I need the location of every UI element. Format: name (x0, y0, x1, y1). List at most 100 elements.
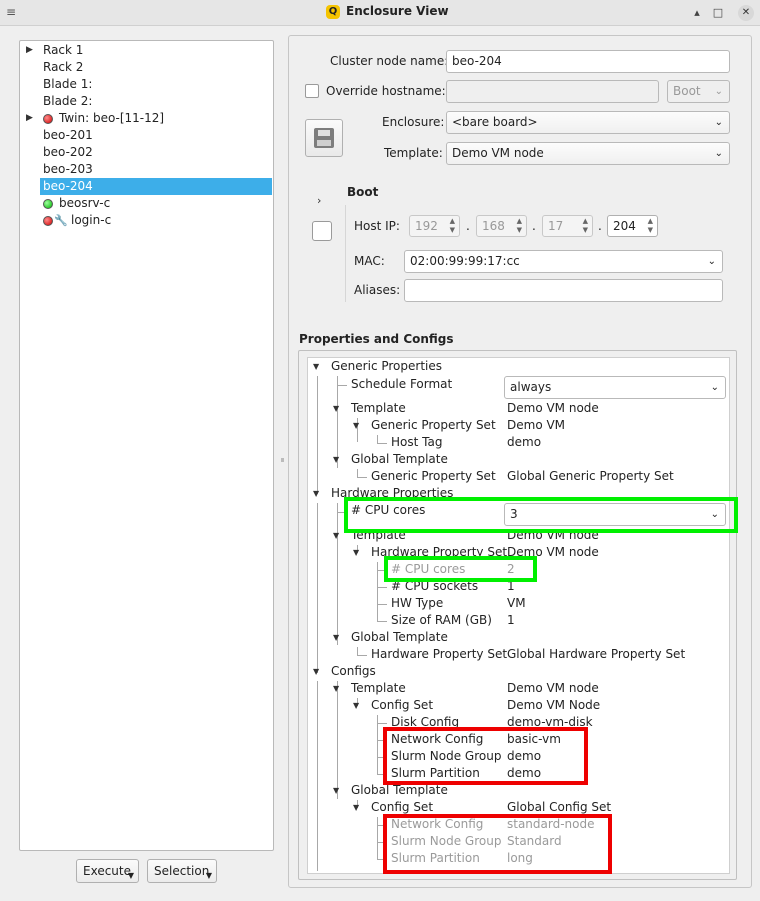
prop-value: Demo VM node (507, 401, 599, 415)
close-icon[interactable]: ✕ (738, 5, 754, 21)
enclosure-combo[interactable]: <bare board> ⌄ (446, 111, 730, 134)
prop-value: Global Hardware Property Set (507, 647, 686, 661)
collapse-arrow-icon[interactable]: ▼ (333, 684, 339, 693)
shade-icon[interactable]: ▴ (690, 6, 704, 20)
collapse-arrow-icon[interactable]: ▼ (353, 701, 359, 710)
splitter-handle[interactable] (281, 458, 284, 462)
prop-name: Configs (331, 664, 376, 678)
highlight-box-global-configs (383, 814, 612, 874)
selection-button[interactable]: Selection ▼ (147, 859, 217, 883)
node-tree[interactable]: ▶ Rack 1 Rack 2 Blade 1: Blade 2: ▶ Twin… (19, 40, 274, 851)
boot-enable-button[interactable] (312, 221, 332, 241)
tree-item-beo-202[interactable]: beo-202 (20, 144, 273, 161)
tree-item-twin[interactable]: ▶ Twin: beo-[11-12] (20, 110, 273, 127)
boot-combo[interactable]: Boot ⌄ (667, 80, 730, 103)
ip-octet-2[interactable]: 168 ▲ ▼ (476, 215, 527, 237)
prop-name: Generic Properties (331, 359, 442, 373)
status-dot-icon (43, 114, 53, 124)
wrench-icon: 🔧 (54, 214, 68, 227)
override-hostname-checkbox[interactable] (305, 84, 319, 98)
cluster-node-name-label: Cluster node name: (330, 54, 449, 68)
chevron-down-icon: ⌄ (710, 382, 719, 393)
prop-value: Demo VM Node (507, 698, 601, 712)
tree-item-beo-201[interactable]: beo-201 (20, 127, 273, 144)
app-logo-icon: Q (326, 5, 340, 19)
execute-button[interactable]: Execute ▼ (76, 859, 139, 883)
mac-label: MAC: (354, 254, 385, 268)
mac-combo[interactable]: 02:00:99:99:17:cc ⌄ (404, 250, 723, 273)
tree-item-beo-204[interactable]: beo-204 (40, 178, 272, 195)
maximize-icon[interactable]: □ (711, 6, 725, 20)
prop-name: Schedule Format (351, 377, 453, 391)
chevron-down-icon: ⌄ (714, 117, 723, 128)
tree-item-beosrv-c[interactable]: beosrv-c (20, 195, 273, 212)
ip-octet-3[interactable]: 17 ▲ ▼ (542, 215, 593, 237)
collapse-arrow-icon[interactable]: ▼ (353, 421, 359, 430)
aliases-label: Aliases: (354, 283, 401, 297)
prop-name: HW Type (391, 596, 444, 610)
save-button[interactable] (305, 119, 343, 157)
collapse-arrow-icon[interactable]: ▼ (333, 455, 339, 464)
enclosure-label: Enclosure: (382, 115, 445, 129)
expand-arrow-icon[interactable]: ▶ (26, 42, 33, 59)
prop-value: Demo VM (507, 418, 566, 432)
tree-item-rack-1[interactable]: ▶ Rack 1 (20, 42, 273, 59)
window-title: Enclosure View (346, 4, 449, 18)
status-dot-icon (43, 199, 53, 209)
cluster-node-name-input[interactable]: beo-204 (446, 50, 730, 73)
prop-value: 1 (507, 613, 515, 627)
prop-value: VM (507, 596, 526, 610)
highlight-box-cpu-template (384, 556, 537, 582)
prop-name: Global Template (351, 630, 448, 644)
chevron-down-icon: ⌄ (707, 256, 716, 267)
collapse-arrow-icon[interactable]: ▼ (333, 404, 339, 413)
tree-item-blade-1[interactable]: Blade 1: (20, 76, 273, 93)
collapse-arrow-icon[interactable]: ▼ (333, 633, 339, 642)
schedule-format-combo[interactable]: always ⌄ (504, 376, 726, 399)
collapse-arrow-icon[interactable]: ▼ (353, 803, 359, 812)
prop-value: Demo VM node (507, 681, 599, 695)
prop-name: Template (351, 681, 406, 695)
override-hostname-input[interactable] (446, 80, 659, 103)
prop-name: Host Tag (391, 435, 443, 449)
host-ip-label: Host IP: (354, 219, 400, 233)
window-menu-icon[interactable]: ≡ (6, 6, 20, 18)
tree-item-beo-203[interactable]: beo-203 (20, 161, 273, 178)
tree-item-login-c[interactable]: 🔧 login-c (20, 212, 273, 229)
save-icon (314, 128, 334, 148)
prop-value: demo (507, 435, 542, 449)
highlight-box-template-configs (383, 727, 588, 785)
properties-title: Properties and Configs (299, 332, 454, 346)
prop-value: Global Generic Property Set (507, 469, 674, 483)
collapse-arrow-icon[interactable]: ▼ (313, 667, 319, 676)
override-hostname-label: Override hostname: (326, 84, 446, 98)
prop-name: Size of RAM (GB) (391, 613, 492, 627)
tree-item-blade-2[interactable]: Blade 2: (20, 93, 273, 110)
prop-name: Generic Property Set (371, 418, 496, 432)
template-combo[interactable]: Demo VM node ⌄ (446, 142, 730, 165)
template-label: Template: (384, 146, 443, 160)
collapse-arrow-icon[interactable]: ▼ (313, 489, 319, 498)
collapse-arrow-icon[interactable]: ▼ (333, 531, 339, 540)
status-dot-icon (43, 216, 53, 226)
prop-name: Hardware Property Set (371, 647, 508, 661)
prop-name: Config Set (371, 698, 434, 712)
expand-arrow-icon[interactable]: ▶ (26, 110, 33, 127)
prop-name: Generic Property Set (371, 469, 496, 483)
aliases-input[interactable] (404, 279, 723, 302)
tree-item-rack-2[interactable]: Rack 2 (20, 59, 273, 76)
ip-octet-1[interactable]: 192 ▲ ▼ (409, 215, 460, 237)
boot-collapse-arrow-icon[interactable]: › (317, 194, 321, 207)
collapse-arrow-icon[interactable]: ▼ (353, 548, 359, 557)
ip-octet-4[interactable]: 204 ▲ ▼ (607, 215, 658, 237)
chevron-down-icon: ▼ (127, 871, 134, 880)
collapse-arrow-icon[interactable]: ▼ (333, 786, 339, 795)
title-bar: ≡ Q Enclosure View ▴ □ ✕ (0, 0, 760, 26)
chevron-down-icon: ⌄ (714, 86, 723, 97)
collapse-arrow-icon[interactable]: ▼ (313, 362, 319, 371)
highlight-box-cpu-override (344, 497, 738, 533)
chevron-down-icon: ⌄ (714, 148, 723, 159)
boot-title: Boot (347, 185, 379, 199)
prop-name: Global Template (351, 452, 448, 466)
prop-name: Template (351, 401, 406, 415)
